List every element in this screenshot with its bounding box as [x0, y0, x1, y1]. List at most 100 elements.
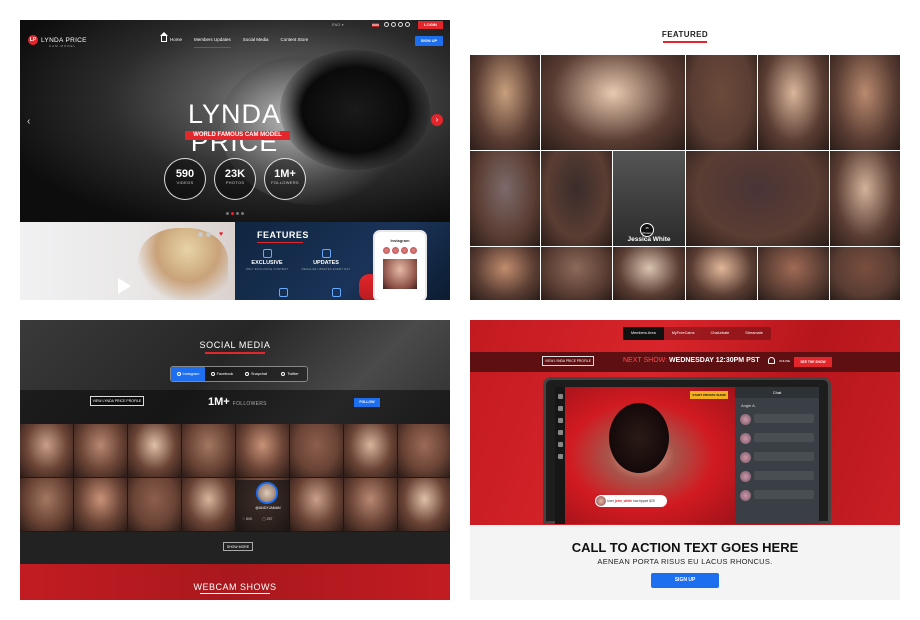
tab-snapchat[interactable]: Snapchat — [239, 367, 273, 381]
featured-photo[interactable]: 45 Photos Jessica White — [613, 151, 685, 246]
action-dot[interactable] — [206, 232, 211, 237]
feature-title: UPDATES — [313, 260, 339, 266]
follow-button[interactable]: FOLLOW — [354, 398, 380, 407]
tip-text: User — [607, 499, 615, 503]
instagram-photo[interactable] — [20, 478, 73, 531]
tab-twitter[interactable]: Twitter — [273, 367, 307, 381]
featured-photo[interactable] — [541, 55, 685, 150]
slider-dot[interactable] — [241, 212, 244, 215]
nav-content-store[interactable]: Content Store — [281, 37, 309, 45]
photo-icon[interactable] — [557, 430, 563, 435]
feature-updates: UPDATES REGULAR UPDATES EVERY DAY — [299, 249, 353, 271]
stat-number: 23K — [224, 168, 246, 180]
show-more-button[interactable]: SHOW MORE — [223, 542, 253, 551]
tab-facebook[interactable]: Facebook — [205, 367, 239, 381]
phone-photo — [383, 259, 417, 289]
chevron-left-icon[interactable]: ‹ — [27, 116, 30, 127]
featured-photo[interactable] — [830, 151, 900, 246]
action-dot[interactable] — [198, 232, 203, 237]
live-video[interactable]: START PRIVATE SHOW User john_white has t… — [565, 387, 735, 524]
featured-photo[interactable] — [541, 151, 612, 246]
tab-label: Snapchat — [250, 372, 268, 376]
nav-home[interactable]: Home — [170, 37, 182, 45]
snapchat-icon[interactable] — [398, 22, 403, 27]
tab-members-area[interactable]: Members Area — [623, 327, 664, 340]
instagram-photo[interactable] — [128, 478, 181, 531]
video-icon[interactable] — [557, 442, 563, 447]
facebook-icon[interactable] — [391, 22, 396, 27]
heart-icon[interactable] — [557, 418, 563, 423]
flag-icon[interactable] — [372, 23, 379, 27]
message-text — [754, 471, 814, 480]
tab-instagram[interactable]: Instagram — [171, 367, 205, 381]
featured-photo[interactable] — [686, 55, 757, 150]
featured-photo[interactable] — [541, 247, 612, 300]
gift-icon[interactable] — [557, 454, 563, 459]
see-show-button[interactable]: SEE THE SHOW — [794, 357, 832, 367]
private-show-button[interactable]: START PRIVATE SHOW — [690, 391, 728, 399]
message-text — [754, 452, 814, 461]
stat-number: 590 — [175, 168, 195, 180]
tab-chaturbate[interactable]: Chaturbate — [703, 327, 738, 340]
featured-photo[interactable] — [758, 55, 829, 150]
featured-photo[interactable] — [470, 151, 540, 246]
instagram-photo[interactable] — [74, 424, 127, 477]
stat-number: 1M+ — [274, 168, 296, 180]
promo-actions — [198, 232, 211, 237]
featured-photo[interactable] — [686, 151, 829, 246]
featured-photo[interactable] — [758, 247, 829, 300]
cta-signup-button[interactable]: SIGN UP — [651, 573, 719, 588]
slider-dot[interactable] — [236, 212, 239, 215]
featured-photo[interactable] — [830, 55, 900, 150]
view-profile-button[interactable]: VIEW LYNDA PRICE PROFILE — [90, 396, 144, 406]
user-icon[interactable] — [557, 406, 563, 411]
signup-button[interactable]: SIGN UP — [415, 36, 443, 46]
instagram-photo[interactable] — [128, 424, 181, 477]
instagram-photo[interactable] — [290, 424, 343, 477]
cta-title: CALL TO ACTION TEXT GOES HERE — [571, 540, 799, 555]
instagram-photo[interactable] — [398, 424, 450, 477]
instagram-photo[interactable] — [344, 478, 397, 531]
panel-homepage: ENG ▾ LOGIN LP LYNDA PRICE CAM MODEL Hom… — [20, 20, 450, 300]
instagram-photo[interactable] — [20, 424, 73, 477]
featured-photo[interactable] — [830, 247, 900, 300]
login-button[interactable]: LOGIN — [418, 21, 443, 29]
chat-message — [735, 448, 819, 467]
twitter-icon[interactable] — [405, 22, 410, 27]
instagram-photo[interactable] — [236, 424, 289, 477]
featured-photo[interactable] — [613, 247, 685, 300]
instagram-photo[interactable] — [398, 478, 450, 531]
slider-dot-active[interactable] — [231, 212, 234, 215]
instagram-photo[interactable] — [182, 478, 235, 531]
nav-social-media[interactable]: Social Media — [243, 37, 269, 45]
featured-photo[interactable] — [686, 247, 757, 300]
instagram-photo[interactable] — [290, 478, 343, 531]
instagram-photo[interactable] — [182, 424, 235, 477]
video-promo[interactable]: ♥ — [20, 222, 235, 300]
instagram-photo[interactable] — [74, 478, 127, 531]
top-bar: ENG ▾ LOGIN — [20, 20, 450, 34]
bell-icon[interactable] — [768, 357, 775, 364]
view-profile-button[interactable]: VIEW LYNDA PRICE PROFILE — [542, 356, 594, 366]
play-icon[interactable] — [118, 278, 131, 294]
slider-dot[interactable] — [226, 212, 229, 215]
menu-icon[interactable] — [557, 394, 563, 399]
featured-photo[interactable] — [470, 247, 540, 300]
updates-icon — [321, 249, 331, 258]
feature-title: EXCLUSIVE — [251, 260, 283, 266]
home-icon[interactable] — [160, 32, 168, 42]
featured-photo[interactable] — [470, 55, 540, 150]
logo[interactable]: LP LYNDA PRICE CAM MODEL — [28, 35, 87, 48]
language-select[interactable]: ENG ▾ — [332, 23, 344, 27]
logo-subtitle: CAM MODEL — [49, 44, 77, 48]
chevron-right-icon[interactable]: › — [431, 114, 443, 126]
player-sidebar — [555, 387, 565, 524]
tab-myfreecams[interactable]: MyFreeCams — [664, 327, 703, 340]
instagram-icon[interactable] — [384, 22, 389, 27]
tab-streamate[interactable]: Streamate — [737, 327, 771, 340]
followers-label: FOLLOWERS — [232, 401, 267, 407]
tip-user: john_white — [614, 499, 633, 503]
heart-icon[interactable]: ♥ — [219, 231, 223, 238]
instagram-photo[interactable] — [344, 424, 397, 477]
nav-members-updates[interactable]: Members Updates — [194, 37, 231, 48]
